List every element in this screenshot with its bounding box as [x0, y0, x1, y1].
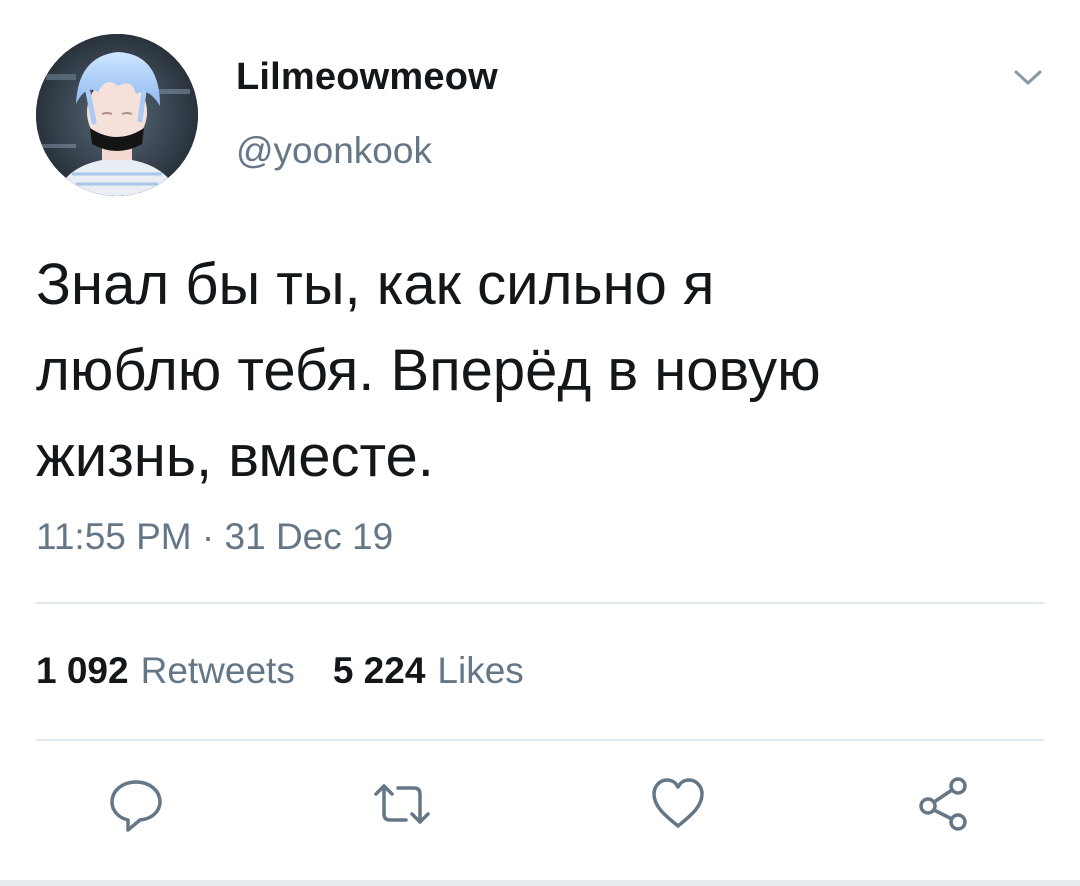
tweet-text: Знал бы ты, как сильно я люблю тебя. Впе…: [36, 252, 821, 489]
likes-stat[interactable]: 5 224 Likes: [333, 650, 524, 692]
heart-icon[interactable]: [646, 772, 710, 836]
engagement-stats: 1 092 Retweets 5 224 Likes: [36, 650, 524, 692]
likes-label: Likes: [437, 650, 524, 691]
reply-icon[interactable]: [104, 772, 168, 836]
author-display-name[interactable]: Lilmeowmeow: [236, 56, 498, 99]
share-icon[interactable]: [912, 772, 976, 836]
bottom-divider: [0, 880, 1080, 886]
retweets-count: 1 092: [36, 650, 129, 691]
retweets-stat[interactable]: 1 092 Retweets: [36, 650, 295, 692]
tweet-timestamp[interactable]: 11:55 PM · 31 Dec 19: [36, 516, 393, 558]
retweet-icon[interactable]: [370, 772, 434, 836]
author-handle[interactable]: @yoonkook: [236, 130, 432, 172]
divider: [36, 602, 1044, 604]
likes-count: 5 224: [332, 650, 426, 691]
avatar-illustration: [36, 34, 198, 196]
divider: [36, 739, 1044, 741]
avatar[interactable]: [36, 34, 198, 196]
tweet-actions: [0, 772, 1080, 852]
chevron-down-icon[interactable]: [1010, 64, 1046, 90]
retweets-label: Retweets: [140, 650, 295, 691]
